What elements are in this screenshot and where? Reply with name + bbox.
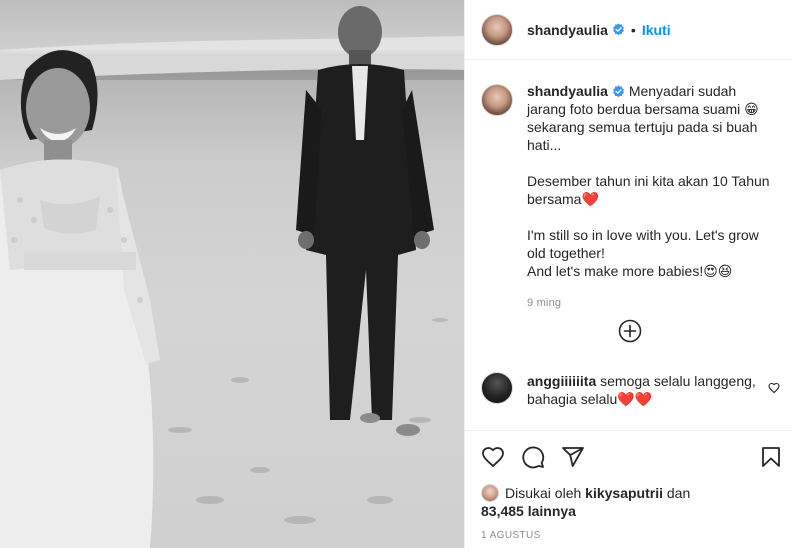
likes-connector: dan bbox=[666, 485, 691, 501]
caption-time[interactable]: 9 ming bbox=[527, 294, 777, 312]
verified-badge-icon bbox=[613, 85, 624, 98]
comment-item: anggiiiiiita semoga selalu langgeng, bah… bbox=[481, 372, 781, 408]
post-side-panel: shandyaulia • Ikuti shandyaulia Menyadar… bbox=[464, 0, 792, 548]
post-date[interactable]: 1 AGUSTUS bbox=[481, 530, 541, 541]
comment-like-heart-icon[interactable] bbox=[768, 382, 780, 394]
post-header: shandyaulia • Ikuti bbox=[465, 0, 792, 60]
comment-body: anggiiiiiita semoga selalu langgeng, bah… bbox=[527, 372, 757, 408]
follow-button[interactable]: Ikuti bbox=[642, 22, 671, 38]
caption: shandyaulia Menyadari sudah jarang foto … bbox=[481, 82, 781, 312]
comment-icon[interactable] bbox=[521, 445, 545, 469]
author-avatar[interactable] bbox=[481, 13, 513, 46]
likes-count[interactable]: 83,485 lainnya bbox=[481, 503, 576, 519]
caption-body: shandyaulia Menyadari sudah jarang foto … bbox=[527, 82, 777, 312]
caption-paragraph-1: shandyaulia Menyadari sudah jarang foto … bbox=[527, 82, 777, 154]
liker-avatar[interactable] bbox=[481, 484, 499, 502]
commenter-username[interactable]: anggiiiiiita bbox=[527, 373, 596, 389]
header-separator: • bbox=[630, 21, 636, 38]
commenter-avatar[interactable] bbox=[481, 372, 513, 404]
likes-prefix: Disukai oleh bbox=[505, 485, 582, 501]
caption-paragraph-4: And let's make more babies!😍😆 bbox=[527, 263, 733, 279]
caption-avatar[interactable] bbox=[481, 84, 513, 116]
share-icon[interactable] bbox=[561, 445, 585, 469]
plus-circle-icon[interactable] bbox=[618, 319, 642, 343]
author-username[interactable]: shandyaulia bbox=[527, 22, 608, 38]
likes-summary: Disukai oleh kikysaputrii dan 83,485 lai… bbox=[481, 484, 781, 520]
caption-paragraph-3: I'm still so in love with you. Let's gro… bbox=[527, 227, 759, 261]
couple-beach-photo bbox=[0, 6, 464, 548]
post-actions bbox=[465, 430, 792, 482]
heart-icon[interactable] bbox=[481, 445, 505, 469]
bookmark-icon[interactable] bbox=[759, 445, 783, 469]
liker-username[interactable]: kikysaputrii bbox=[585, 485, 663, 501]
verified-badge-icon bbox=[613, 23, 624, 36]
post-photo[interactable] bbox=[0, 0, 464, 548]
caption-paragraph-2: Desember tahun ini kita akan 10 Tahun be… bbox=[527, 173, 770, 207]
caption-username[interactable]: shandyaulia bbox=[527, 83, 608, 99]
